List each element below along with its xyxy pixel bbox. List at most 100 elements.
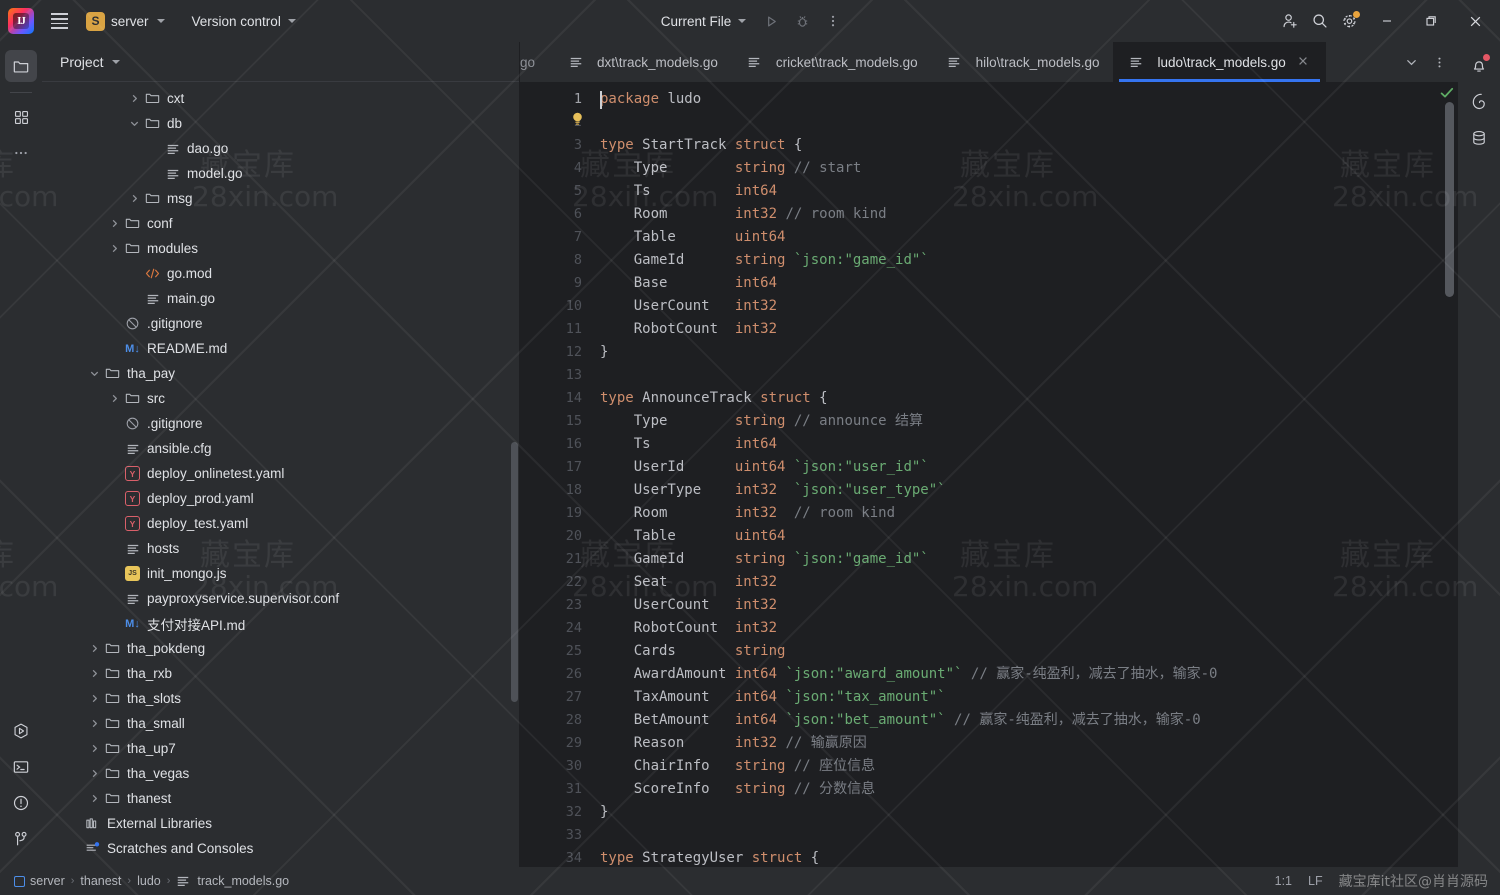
code-line[interactable]: BetAmount int64 `json:"bet_amount"` // 赢… xyxy=(600,709,1442,732)
code-line[interactable]: Cards string xyxy=(600,640,1442,663)
breadcrumb-item[interactable]: track_models.go xyxy=(176,873,289,890)
project-selector[interactable]: S server xyxy=(82,8,172,34)
sidebar-item-database[interactable] xyxy=(1463,122,1495,154)
tree-item[interactable]: payproxyservice.supervisor.conf xyxy=(42,586,519,611)
sidebar-item-project[interactable] xyxy=(5,50,37,82)
sidebar-item-more[interactable] xyxy=(5,137,37,169)
chevron-right-icon[interactable] xyxy=(88,792,101,805)
code-line[interactable]: Type string // announce 结算 xyxy=(600,410,1442,433)
tree-item[interactable]: External Libraries xyxy=(42,811,519,836)
code-line[interactable]: type AnnounceTrack struct { xyxy=(600,387,1442,410)
tree-item[interactable]: conf xyxy=(42,211,519,236)
code-line[interactable] xyxy=(600,364,1442,387)
code-line[interactable]: UserType int32 `json:"user_type"` xyxy=(600,479,1442,502)
editor-tab[interactable]: cricket\track_models.go xyxy=(732,42,932,82)
tree-item[interactable]: Scratches and Consoles xyxy=(42,836,519,861)
project-tree[interactable]: cxt db dao.go model.go msg conf modules go.mod m… xyxy=(42,82,519,867)
code-line[interactable] xyxy=(600,824,1442,847)
line-separator[interactable]: LF xyxy=(1308,874,1323,888)
code-line[interactable]: Reason int32 // 输赢原因 xyxy=(600,732,1442,755)
tree-item[interactable]: Ydeploy_prod.yaml xyxy=(42,486,519,511)
chevron-right-icon[interactable] xyxy=(108,242,121,255)
add-user-icon[interactable] xyxy=(1276,7,1304,35)
restore-icon[interactable] xyxy=(1410,2,1452,40)
tree-item[interactable]: msg xyxy=(42,186,519,211)
sidebar-item-version-control[interactable] xyxy=(5,823,37,855)
tree-item[interactable]: tha_slots xyxy=(42,686,519,711)
tree-item[interactable]: cxt xyxy=(42,86,519,111)
close-icon[interactable] xyxy=(1454,2,1496,40)
more-actions-icon[interactable] xyxy=(819,7,847,35)
chevron-right-icon[interactable] xyxy=(88,667,101,680)
code-line[interactable]: Table uint64 xyxy=(600,525,1442,548)
code-line[interactable]: UserCount int32 xyxy=(600,594,1442,617)
sidebar-item-notifications[interactable] xyxy=(1463,50,1495,82)
caret-position[interactable]: 1:1 xyxy=(1275,874,1292,888)
tree-item[interactable]: db xyxy=(42,111,519,136)
code-line[interactable]: Ts int64 xyxy=(600,180,1442,203)
run-configuration-selector[interactable]: Current File xyxy=(653,8,755,34)
code-line[interactable]: Ts int64 xyxy=(600,433,1442,456)
tree-item[interactable]: go.mod xyxy=(42,261,519,286)
code-line[interactable]: GameId string `json:"game_id"` xyxy=(600,249,1442,272)
chevron-right-icon[interactable] xyxy=(88,717,101,730)
tab-options-more-vertical-icon[interactable] xyxy=(1426,49,1452,75)
tree-item[interactable]: hosts xyxy=(42,536,519,561)
tree-item[interactable]: modules xyxy=(42,236,519,261)
code-line[interactable]: RobotCount int32 xyxy=(600,617,1442,640)
code-line[interactable]: UserCount int32 xyxy=(600,295,1442,318)
tree-item[interactable]: main.go xyxy=(42,286,519,311)
code-line[interactable]: Room int32 // room kind xyxy=(600,203,1442,226)
chevron-right-icon[interactable] xyxy=(108,217,121,230)
code-line[interactable]: Table uint64 xyxy=(600,226,1442,249)
chevron-down-icon[interactable] xyxy=(111,59,120,64)
tree-item[interactable]: src xyxy=(42,386,519,411)
tree-item[interactable]: tha_small xyxy=(42,711,519,736)
code-line[interactable]: } xyxy=(600,801,1442,824)
code-line[interactable] xyxy=(600,111,1442,134)
code-line[interactable]: Room int32 // room kind xyxy=(600,502,1442,525)
tree-item[interactable]: thanest xyxy=(42,786,519,811)
tree-item[interactable]: tha_vegas xyxy=(42,761,519,786)
code-line[interactable]: type StrategyUser struct { xyxy=(600,847,1442,867)
hamburger-menu-icon[interactable] xyxy=(44,6,74,36)
tree-item[interactable]: JS init_mongo.js xyxy=(42,561,519,586)
tree-item[interactable]: .gitignore xyxy=(42,411,519,436)
editor-tab[interactable]: hilo\track_models.go xyxy=(932,42,1114,82)
project-tree-scrollbar[interactable] xyxy=(511,442,518,702)
code-line[interactable]: package ludo xyxy=(600,88,1442,111)
chevron-right-icon[interactable] xyxy=(128,92,141,105)
code-text[interactable]: package ludo type StartTrack struct { Ty… xyxy=(592,82,1442,867)
tree-item[interactable]: Ydeploy_onlinetest.yaml xyxy=(42,461,519,486)
chevron-right-icon[interactable] xyxy=(88,642,101,655)
breadcrumb-item[interactable]: ludo xyxy=(137,874,161,888)
tree-item[interactable]: ansible.cfg xyxy=(42,436,519,461)
code-line[interactable]: RobotCount int32 xyxy=(600,318,1442,341)
code-line[interactable]: } xyxy=(600,341,1442,364)
sidebar-item-terminal[interactable] xyxy=(5,751,37,783)
code-line[interactable]: ScoreInfo string // 分数信息 xyxy=(600,778,1442,801)
code-line[interactable]: AwardAmount int64 `json:"award_amount"` … xyxy=(600,663,1442,686)
sidebar-item-run[interactable] xyxy=(5,715,37,747)
tree-item[interactable]: tha_rxb xyxy=(42,661,519,686)
editor-tab[interactable]: ludo\track_models.go xyxy=(1113,42,1326,82)
code-line[interactable]: GameId string `json:"game_id"` xyxy=(600,548,1442,571)
code-line[interactable]: ChairInfo string // 座位信息 xyxy=(600,755,1442,778)
project-panel-header[interactable]: Project xyxy=(42,42,519,82)
tab-close-icon[interactable] xyxy=(1297,55,1312,70)
tree-item[interactable]: M↓ README.md xyxy=(42,336,519,361)
tree-item[interactable]: dao.go xyxy=(42,136,519,161)
chevron-right-icon[interactable] xyxy=(88,692,101,705)
editor-tab[interactable]: dxt\track_models.go xyxy=(553,42,732,82)
search-icon[interactable] xyxy=(1306,7,1334,35)
sidebar-item-structure[interactable] xyxy=(5,101,37,133)
chevron-down-icon[interactable] xyxy=(88,367,101,380)
run-button[interactable] xyxy=(757,7,785,35)
code-line[interactable]: TaxAmount int64 `json:"tax_amount"` xyxy=(600,686,1442,709)
checkmark-ok-icon[interactable] xyxy=(1438,84,1456,102)
editor-scrollbar[interactable] xyxy=(1445,102,1454,297)
tree-item[interactable]: .gitignore xyxy=(42,311,519,336)
code-line[interactable]: type StartTrack struct { xyxy=(600,134,1442,157)
tree-item[interactable]: Ydeploy_test.yaml xyxy=(42,511,519,536)
tree-item[interactable]: model.go xyxy=(42,161,519,186)
